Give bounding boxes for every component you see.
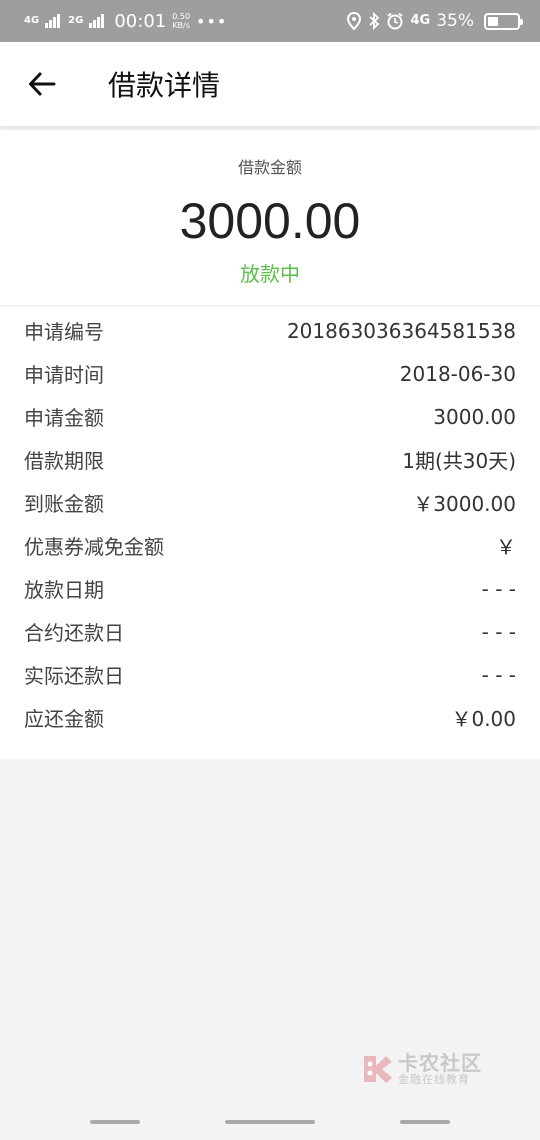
detail-label: 优惠券减免金额: [24, 535, 164, 559]
speed-value: 0.50: [172, 12, 191, 21]
detail-value: 3000.00: [433, 404, 516, 429]
detail-row-application-amount: 申请金额 3000.00: [0, 395, 540, 438]
battery-percent: 35%: [436, 11, 474, 31]
detail-row-application-number: 申请编号 2018630363645815​38: [0, 309, 540, 352]
detail-value: 2018-06-30: [399, 361, 516, 386]
detail-value: - - -: [481, 619, 516, 644]
clock: 00:01: [114, 10, 167, 32]
loan-status: 放款中: [240, 262, 300, 286]
battery-icon: [484, 12, 523, 30]
page-title: 借款详情: [108, 69, 221, 102]
detail-value: - - -: [481, 576, 516, 601]
detail-row-disbursement-date: 放款日期 - - -: [0, 567, 540, 610]
detail-label: 合约还款日: [24, 621, 124, 645]
detail-value: ￥0.00: [451, 707, 516, 731]
watermark-title: 卡农社区: [398, 1050, 482, 1075]
detail-label: 到账金额: [24, 492, 104, 516]
loan-summary: 借款金额 3000.00 放款中: [0, 130, 540, 305]
detail-label: 应还金额: [24, 707, 104, 731]
network-type-2: 2G: [68, 15, 84, 26]
detail-row-coupon-discount: 优惠券减免金额 ￥: [0, 524, 540, 567]
app-bar: 借款详情: [0, 42, 540, 126]
battery-fill: [488, 16, 498, 26]
detail-value: ￥3000.00: [413, 492, 516, 516]
detail-value: 1期(共30天): [402, 449, 516, 473]
detail-row-actual-repayment-date: 实际还款日 - - -: [0, 653, 540, 696]
watermark-subtitle: 金融在线教育: [398, 1072, 470, 1086]
location-icon: [347, 12, 362, 30]
network-type-1: 4G: [24, 15, 40, 26]
network-type-3: 4G: [410, 13, 431, 28]
more-notifications-icon: •••: [196, 11, 228, 31]
bluetooth-icon: [369, 12, 380, 30]
detail-row-amount-due: 应还金额 ￥0.00: [0, 696, 540, 739]
speed-unit: KB/s: [172, 21, 190, 30]
detail-row-loan-term: 借款期限 1期(共30天): [0, 438, 540, 481]
arrow-left-icon: [29, 72, 56, 96]
signal-icon: [45, 14, 61, 28]
network-speed: 0.50 KB/s: [172, 12, 190, 30]
nav-back-button[interactable]: [400, 1120, 450, 1124]
loan-details-list: 申请编号 2018630363645815​38 申请时间 2018-06-30…: [0, 307, 540, 759]
watermark: 卡农社区 金融在线教育: [360, 1052, 482, 1086]
detail-value: 2018630363645815​38: [286, 318, 516, 343]
back-button[interactable]: [0, 42, 84, 126]
detail-label: 放款日期: [24, 578, 104, 602]
detail-value: - - -: [481, 662, 516, 687]
loan-amount: 3000.00: [179, 193, 361, 249]
system-nav-bar: [0, 1110, 540, 1140]
detail-row-contract-repayment-date: 合约还款日 - - -: [0, 610, 540, 653]
detail-row-application-time: 申请时间 2018-06-30: [0, 352, 540, 395]
status-bar: 4G 2G 00:01 0.50 KB/s ••• 4G 35%: [0, 0, 540, 42]
signal-icon-2: [89, 14, 105, 28]
detail-label: 申请时间: [24, 363, 104, 387]
detail-label: 申请金额: [24, 406, 104, 430]
nav-menu-button[interactable]: [90, 1120, 140, 1124]
alarm-icon: [387, 12, 404, 30]
detail-row-received-amount: 到账金额 ￥3000.00: [0, 481, 540, 524]
detail-label: 申请编号: [24, 320, 104, 344]
detail-label: 借款期限: [24, 449, 104, 473]
detail-value: ￥: [496, 535, 516, 559]
nav-home-button[interactable]: [225, 1120, 315, 1124]
watermark-logo-icon: [364, 1056, 392, 1083]
detail-label: 实际还款日: [24, 664, 124, 688]
loan-amount-label: 借款金额: [237, 158, 302, 177]
